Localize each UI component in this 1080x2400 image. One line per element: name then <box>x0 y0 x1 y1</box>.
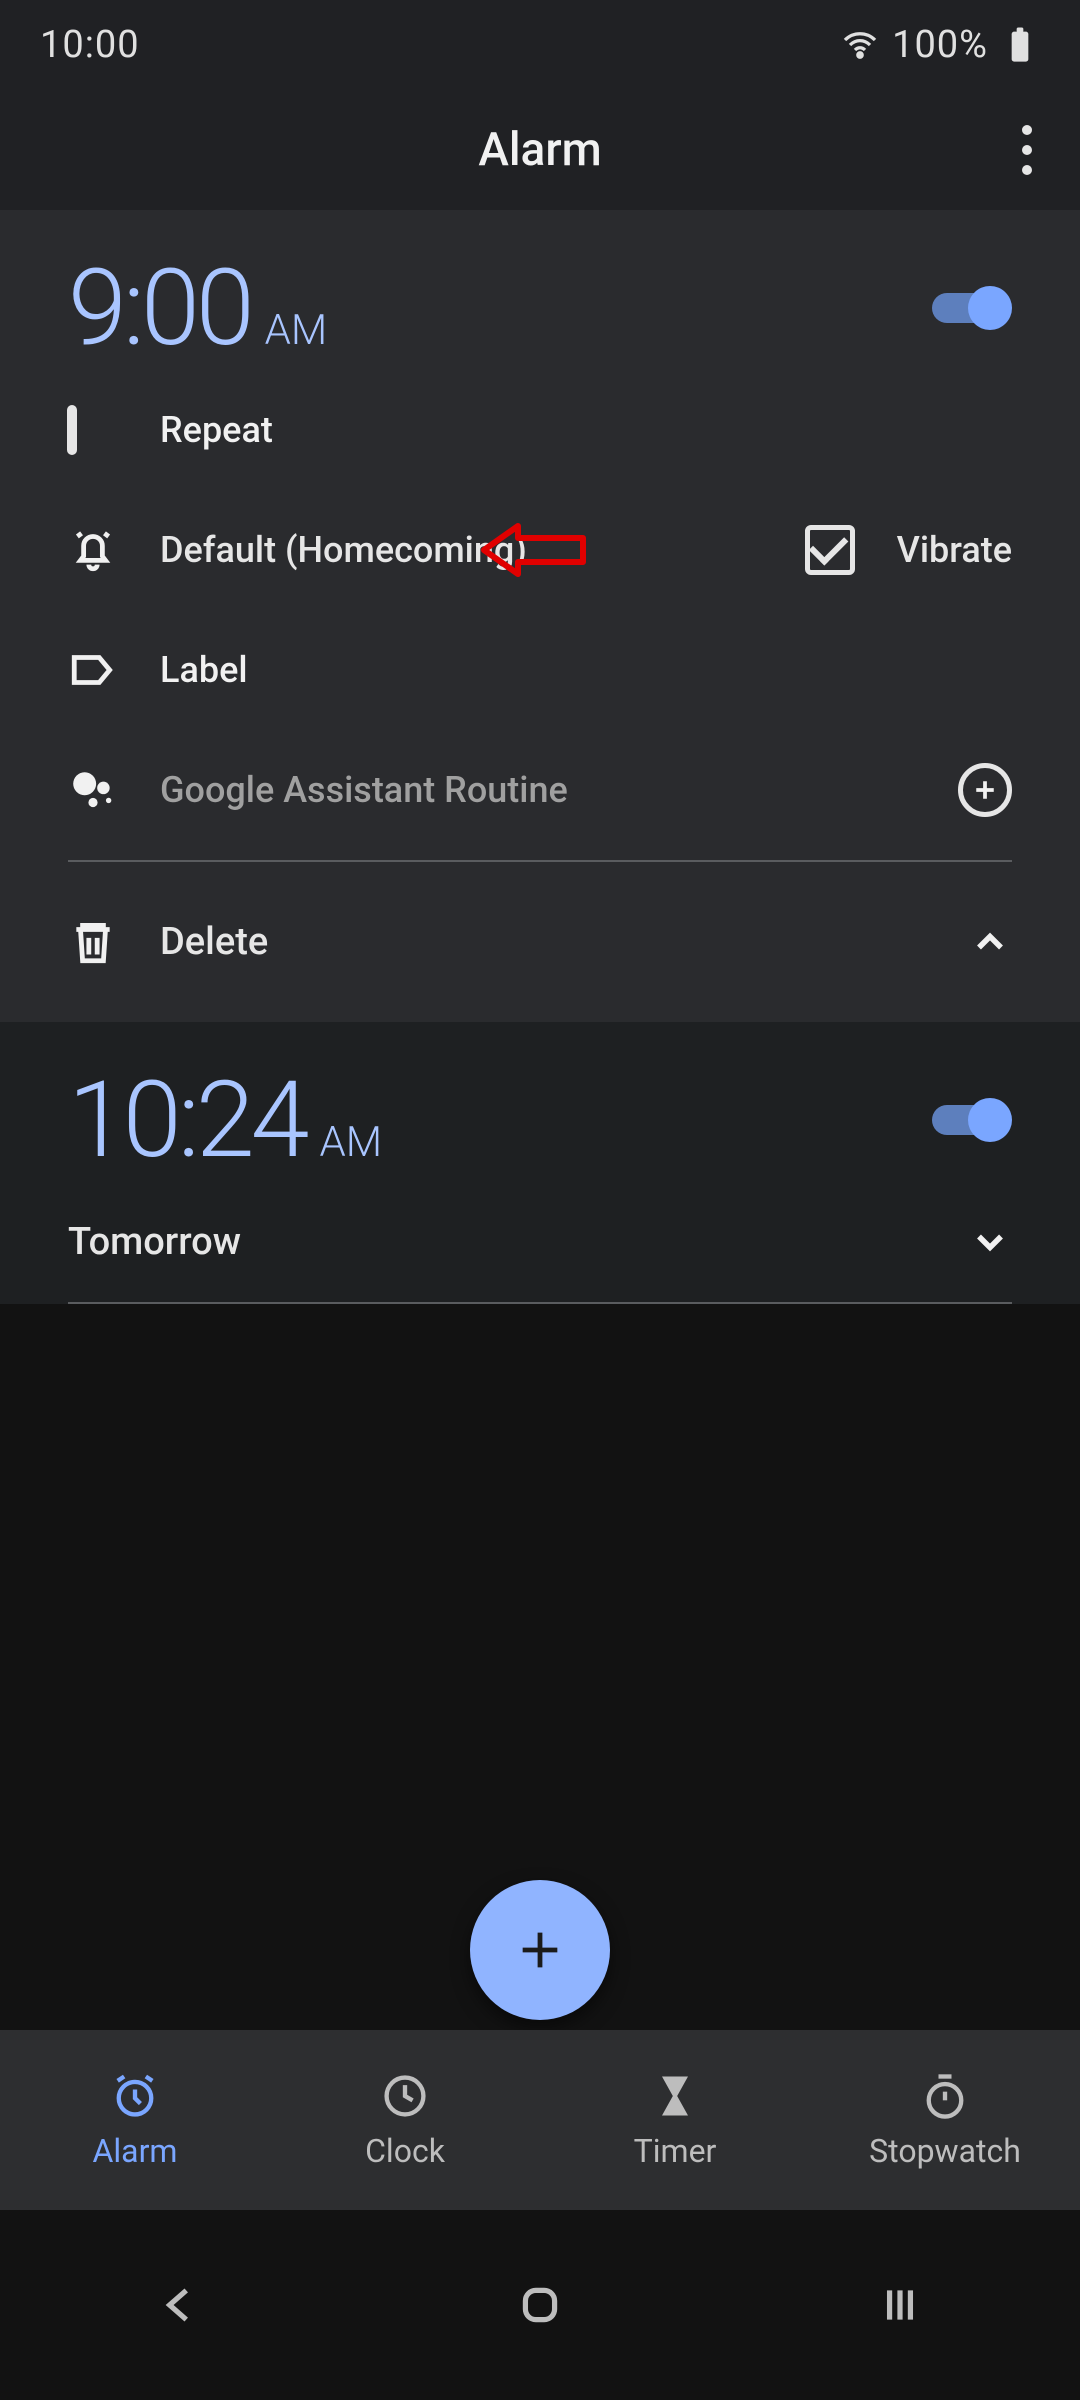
alarm-time: 10:24 <box>68 1058 305 1182</box>
app-header: Alarm <box>0 90 1080 210</box>
plus-icon <box>970 775 1000 805</box>
alarm-summary: Tomorrow <box>68 1220 241 1264</box>
alarm-enable-toggle[interactable] <box>932 286 1012 330</box>
trash-icon <box>68 917 118 967</box>
label-text: Label <box>160 649 248 691</box>
alarm-card-expanded: 9:00 AM Repeat Default (Homecoming) Vibr… <box>0 210 1080 1022</box>
delete-alarm-button[interactable]: Delete <box>68 917 268 967</box>
assistant-label: Google Assistant Routine <box>160 769 568 811</box>
stopwatch-icon <box>919 2070 971 2122</box>
more-options-button[interactable] <box>1022 90 1032 210</box>
recents-icon <box>875 2280 925 2330</box>
status-time: 10:00 <box>40 23 140 67</box>
vibrate-label: Vibrate <box>897 529 1012 571</box>
collapse-button[interactable] <box>968 920 1012 964</box>
alarm-enable-toggle[interactable] <box>932 1098 1012 1142</box>
add-routine-button[interactable] <box>958 763 1012 817</box>
plus-icon <box>514 1924 566 1976</box>
nav-back-button[interactable] <box>150 2275 210 2335</box>
home-icon <box>515 2280 565 2330</box>
label-icon <box>68 645 118 695</box>
status-battery-text: 100% <box>892 23 988 67</box>
alarm-sound-row[interactable]: Default (Homecoming) <box>68 525 527 575</box>
bottom-tabs: Alarm Clock Timer Stopwatch <box>0 2030 1080 2210</box>
repeat-row[interactable]: Repeat <box>68 370 1012 490</box>
system-navbar <box>0 2210 1080 2400</box>
chevron-down-icon <box>968 1220 1012 1264</box>
battery-icon <box>1000 25 1040 65</box>
tab-clock[interactable]: Clock <box>270 2030 540 2210</box>
label-row[interactable]: Label <box>68 610 1012 730</box>
tab-label: Clock <box>365 2132 445 2170</box>
tab-stopwatch[interactable]: Stopwatch <box>810 2030 1080 2210</box>
status-bar: 10:00 100% <box>0 0 1080 90</box>
alarm-sound-label: Default (Homecoming) <box>160 529 527 571</box>
tab-label: Alarm <box>93 2132 178 2170</box>
add-alarm-fab[interactable] <box>470 1880 610 2020</box>
tab-timer[interactable]: Timer <box>540 2030 810 2210</box>
tab-label: Stopwatch <box>869 2132 1021 2170</box>
clock-icon <box>379 2070 431 2122</box>
nav-home-button[interactable] <box>510 2275 570 2335</box>
alarm-icon <box>109 2070 161 2122</box>
vibrate-row[interactable]: Vibrate <box>805 525 1012 575</box>
wifi-icon <box>840 25 880 65</box>
alarm-time-button[interactable]: 9:00 AM <box>68 246 327 370</box>
checkbox-empty-icon <box>67 405 77 455</box>
alarm-time: 9:00 <box>68 246 251 370</box>
tab-label: Timer <box>634 2132 717 2170</box>
alarm-ampm: AM <box>319 1118 382 1167</box>
chevron-up-icon <box>968 920 1012 964</box>
repeat-label: Repeat <box>160 409 273 451</box>
back-icon <box>155 2280 205 2330</box>
expand-button[interactable] <box>968 1220 1012 1264</box>
page-title: Alarm <box>478 123 601 177</box>
nav-recents-button[interactable] <box>870 2275 930 2335</box>
checkbox-checked-icon <box>805 525 855 575</box>
hourglass-icon <box>649 2070 701 2122</box>
more-vertical-icon <box>1022 125 1032 175</box>
alarm-ampm: AM <box>265 306 328 355</box>
alarm-card-collapsed: 10:24 AM Tomorrow <box>0 1022 1080 1304</box>
alarm-time-button[interactable]: 10:24 AM <box>68 1058 382 1182</box>
divider <box>68 1302 1012 1304</box>
tab-alarm[interactable]: Alarm <box>0 2030 270 2210</box>
assistant-routine-row[interactable]: Google Assistant Routine <box>68 765 568 815</box>
bell-icon <box>68 525 118 575</box>
assistant-icon <box>68 765 118 815</box>
delete-label: Delete <box>160 920 268 964</box>
